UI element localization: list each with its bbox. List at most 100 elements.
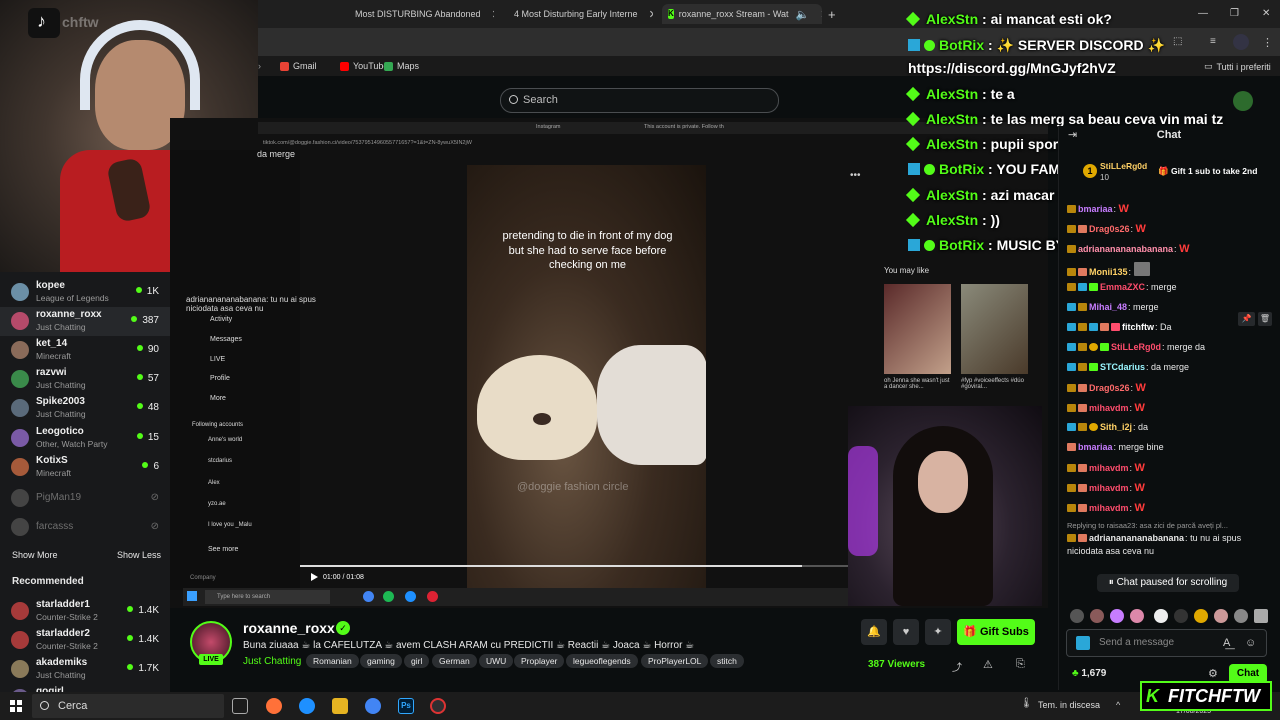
video-caption: pretending to die in front of my dog but… bbox=[502, 230, 673, 271]
sidebar-channel-offline[interactable]: farcasss ⊘ bbox=[0, 513, 170, 542]
video-thumbnail[interactable] bbox=[884, 284, 951, 374]
tray-chevron-icon[interactable]: ^ bbox=[1116, 700, 1120, 710]
close-icon[interactable]: ✕ bbox=[649, 8, 653, 21]
emote-icon[interactable] bbox=[1214, 609, 1228, 623]
delete-icon[interactable]: 🗑 bbox=[1258, 312, 1272, 326]
kebab-menu-icon[interactable]: ⋮ bbox=[1262, 36, 1273, 49]
emote-icon[interactable] bbox=[1254, 609, 1268, 623]
translate-icon[interactable]: A͟ bbox=[1223, 630, 1230, 656]
emote-icon[interactable] bbox=[1154, 609, 1168, 623]
clip-icon[interactable]: ⎘ bbox=[1016, 658, 1025, 671]
photoshop-icon[interactable]: Ps bbox=[398, 698, 414, 714]
emote-icon[interactable] bbox=[1194, 609, 1208, 623]
stream-tag[interactable]: legueoflegends bbox=[566, 654, 638, 668]
close-icon[interactable]: ✕ bbox=[492, 8, 494, 21]
emote-icon[interactable] bbox=[1174, 609, 1188, 623]
play-icon[interactable] bbox=[311, 573, 318, 581]
sidebar-channel-offline[interactable]: PigMan19 ⊘ bbox=[0, 484, 170, 513]
menu-icon[interactable]: ≡ bbox=[1210, 36, 1216, 47]
sidebar-recommended-channel[interactable]: akademiks Just Chatting 1.7K bbox=[0, 655, 170, 684]
firefox-icon[interactable] bbox=[266, 698, 282, 714]
chrome-icon[interactable] bbox=[365, 698, 381, 714]
video-progress-bar[interactable] bbox=[300, 565, 848, 567]
chat-paused-button[interactable]: ⏸ Chat paused for scrolling bbox=[1097, 574, 1239, 592]
sidebar-recommended-channel[interactable]: starladder2 Counter-Strike 2 1.4K bbox=[0, 626, 170, 655]
channel-avatar bbox=[11, 399, 29, 417]
sidebar-channel[interactable]: kopee League of Legends 1K bbox=[0, 278, 170, 307]
sidebar-channel[interactable]: Leogotico Other, Watch Party 15 bbox=[0, 424, 170, 453]
browser-tab-3[interactable]: K roxanne_roxx Stream - Wat 🔈 ✕ bbox=[662, 4, 822, 24]
sidebar-channel[interactable]: razvwi Just Chatting 57 bbox=[0, 365, 170, 394]
emote-icon[interactable] bbox=[1130, 609, 1144, 623]
windows-start-icon[interactable] bbox=[10, 700, 22, 712]
weather-widget[interactable]: Tem. in discesa bbox=[1038, 700, 1100, 710]
minimize-icon[interactable]: — bbox=[1198, 8, 1208, 19]
stream-tag[interactable]: German bbox=[432, 654, 477, 668]
chat-message: mihavdm: W bbox=[1067, 482, 1272, 494]
user-avatar[interactable] bbox=[1233, 91, 1253, 111]
stream-tag[interactable]: stitch bbox=[710, 654, 744, 668]
browser-tab-2[interactable]: 4 Most Disturbing Early Interne ✕ bbox=[503, 4, 653, 24]
overlay-chat-message: AlexStn : pupii spor bbox=[905, 136, 1058, 152]
share-icon[interactable]: ⤴ bbox=[952, 659, 962, 674]
task-view-icon[interactable] bbox=[232, 698, 248, 714]
sidebar-recommended-channel[interactable]: gogirl 235 bbox=[0, 684, 170, 692]
sidebar-recommended-channel[interactable]: starladder1 Counter-Strike 2 1.4K bbox=[0, 597, 170, 626]
file-explorer-icon[interactable] bbox=[332, 698, 348, 714]
maximize-icon[interactable]: ❐ bbox=[1230, 8, 1239, 19]
show-less-button[interactable]: Show Less bbox=[117, 550, 161, 560]
close-window-icon[interactable]: ✕ bbox=[1262, 8, 1270, 19]
stream-tag[interactable]: gaming bbox=[360, 654, 402, 668]
sidebar-channel-selected[interactable]: roxanne_roxx Just Chatting 387 bbox=[0, 307, 170, 336]
all-bookmarks[interactable]: ▭ Tutti i preferiti bbox=[1204, 61, 1271, 72]
sidebar-channel[interactable]: ket_14 Minecraft 90 bbox=[0, 336, 170, 365]
channel-avatar bbox=[11, 631, 29, 649]
mute-icon[interactable]: 🔈 bbox=[796, 8, 810, 21]
sidebar-channel[interactable]: Spike2003 Just Chatting 48 bbox=[0, 394, 170, 423]
chat-message-input[interactable]: Send a message A͟ ☺ bbox=[1066, 629, 1267, 657]
emoji-icon[interactable]: ☺ bbox=[1245, 630, 1256, 656]
bookmark-maps[interactable]: Maps bbox=[384, 61, 419, 71]
stream-tag[interactable]: ProPlayerLOL bbox=[641, 654, 709, 668]
tab-close-icon[interactable]: ✕ bbox=[322, 4, 334, 24]
emote-icon[interactable] bbox=[1110, 609, 1124, 623]
bookmark-youtube[interactable]: YouTube bbox=[340, 61, 388, 71]
settings-gear-icon[interactable]: ⚙ bbox=[1208, 667, 1218, 680]
profile-avatar[interactable] bbox=[1233, 34, 1249, 50]
streamer-name[interactable]: roxanne_roxx bbox=[243, 620, 335, 636]
edge-icon[interactable] bbox=[299, 698, 315, 714]
sidebar-channel[interactable]: KotixS Minecraft 6 bbox=[0, 453, 170, 482]
emote-icon[interactable] bbox=[1090, 609, 1104, 623]
extensions-icon[interactable]: ⬚ bbox=[1173, 36, 1182, 47]
chat-message: mihavdm: W bbox=[1067, 402, 1272, 414]
show-more-button[interactable]: Show More bbox=[12, 550, 58, 560]
search-input[interactable]: Search bbox=[500, 88, 779, 113]
gift-leaderboard[interactable]: 1 StiLLeRg0d 10 🎁 Gift 1 sub to take 2nd bbox=[1066, 158, 1272, 186]
emote-icon[interactable] bbox=[1234, 609, 1248, 623]
stream-tag[interactable]: girl bbox=[404, 654, 430, 668]
stream-tag[interactable]: UWU bbox=[479, 654, 514, 668]
obs-icon[interactable] bbox=[430, 698, 446, 714]
stream-category[interactable]: Just Chatting bbox=[243, 656, 301, 667]
channel-points[interactable]: ♣ 1,679 bbox=[1072, 668, 1106, 679]
stream-tag[interactable]: Romanian bbox=[306, 654, 359, 668]
new-tab-button[interactable]: + bbox=[822, 4, 842, 24]
heart-icon[interactable]: ♥ bbox=[893, 619, 919, 645]
report-icon[interactable]: ⚠ bbox=[983, 658, 993, 671]
tiktok-icon bbox=[28, 8, 60, 38]
youtube-icon bbox=[340, 61, 349, 71]
notification-bell-icon[interactable]: 🔔 bbox=[861, 619, 887, 645]
bookmark-gmail[interactable]: Gmail bbox=[280, 61, 317, 71]
more-options-icon[interactable]: ••• bbox=[850, 170, 861, 181]
video-progress-fill bbox=[300, 565, 802, 567]
taskbar-search-input[interactable]: Cerca bbox=[32, 694, 224, 718]
sparkle-icon[interactable]: ✦ bbox=[925, 619, 951, 645]
browser-tab-1[interactable]: Most DISTURBING Abandoned ✕ bbox=[344, 4, 494, 24]
pin-icon[interactable]: 📌 bbox=[1238, 312, 1255, 326]
crown-icon bbox=[1078, 384, 1087, 392]
stream-tag[interactable]: Proplayer bbox=[514, 654, 565, 668]
gift-subs-button[interactable]: 🎁 Gift Subs bbox=[957, 619, 1035, 645]
emote-icon[interactable] bbox=[1070, 609, 1084, 623]
gift-icon: 🎁 bbox=[1158, 166, 1171, 176]
video-thumbnail[interactable] bbox=[961, 284, 1028, 374]
